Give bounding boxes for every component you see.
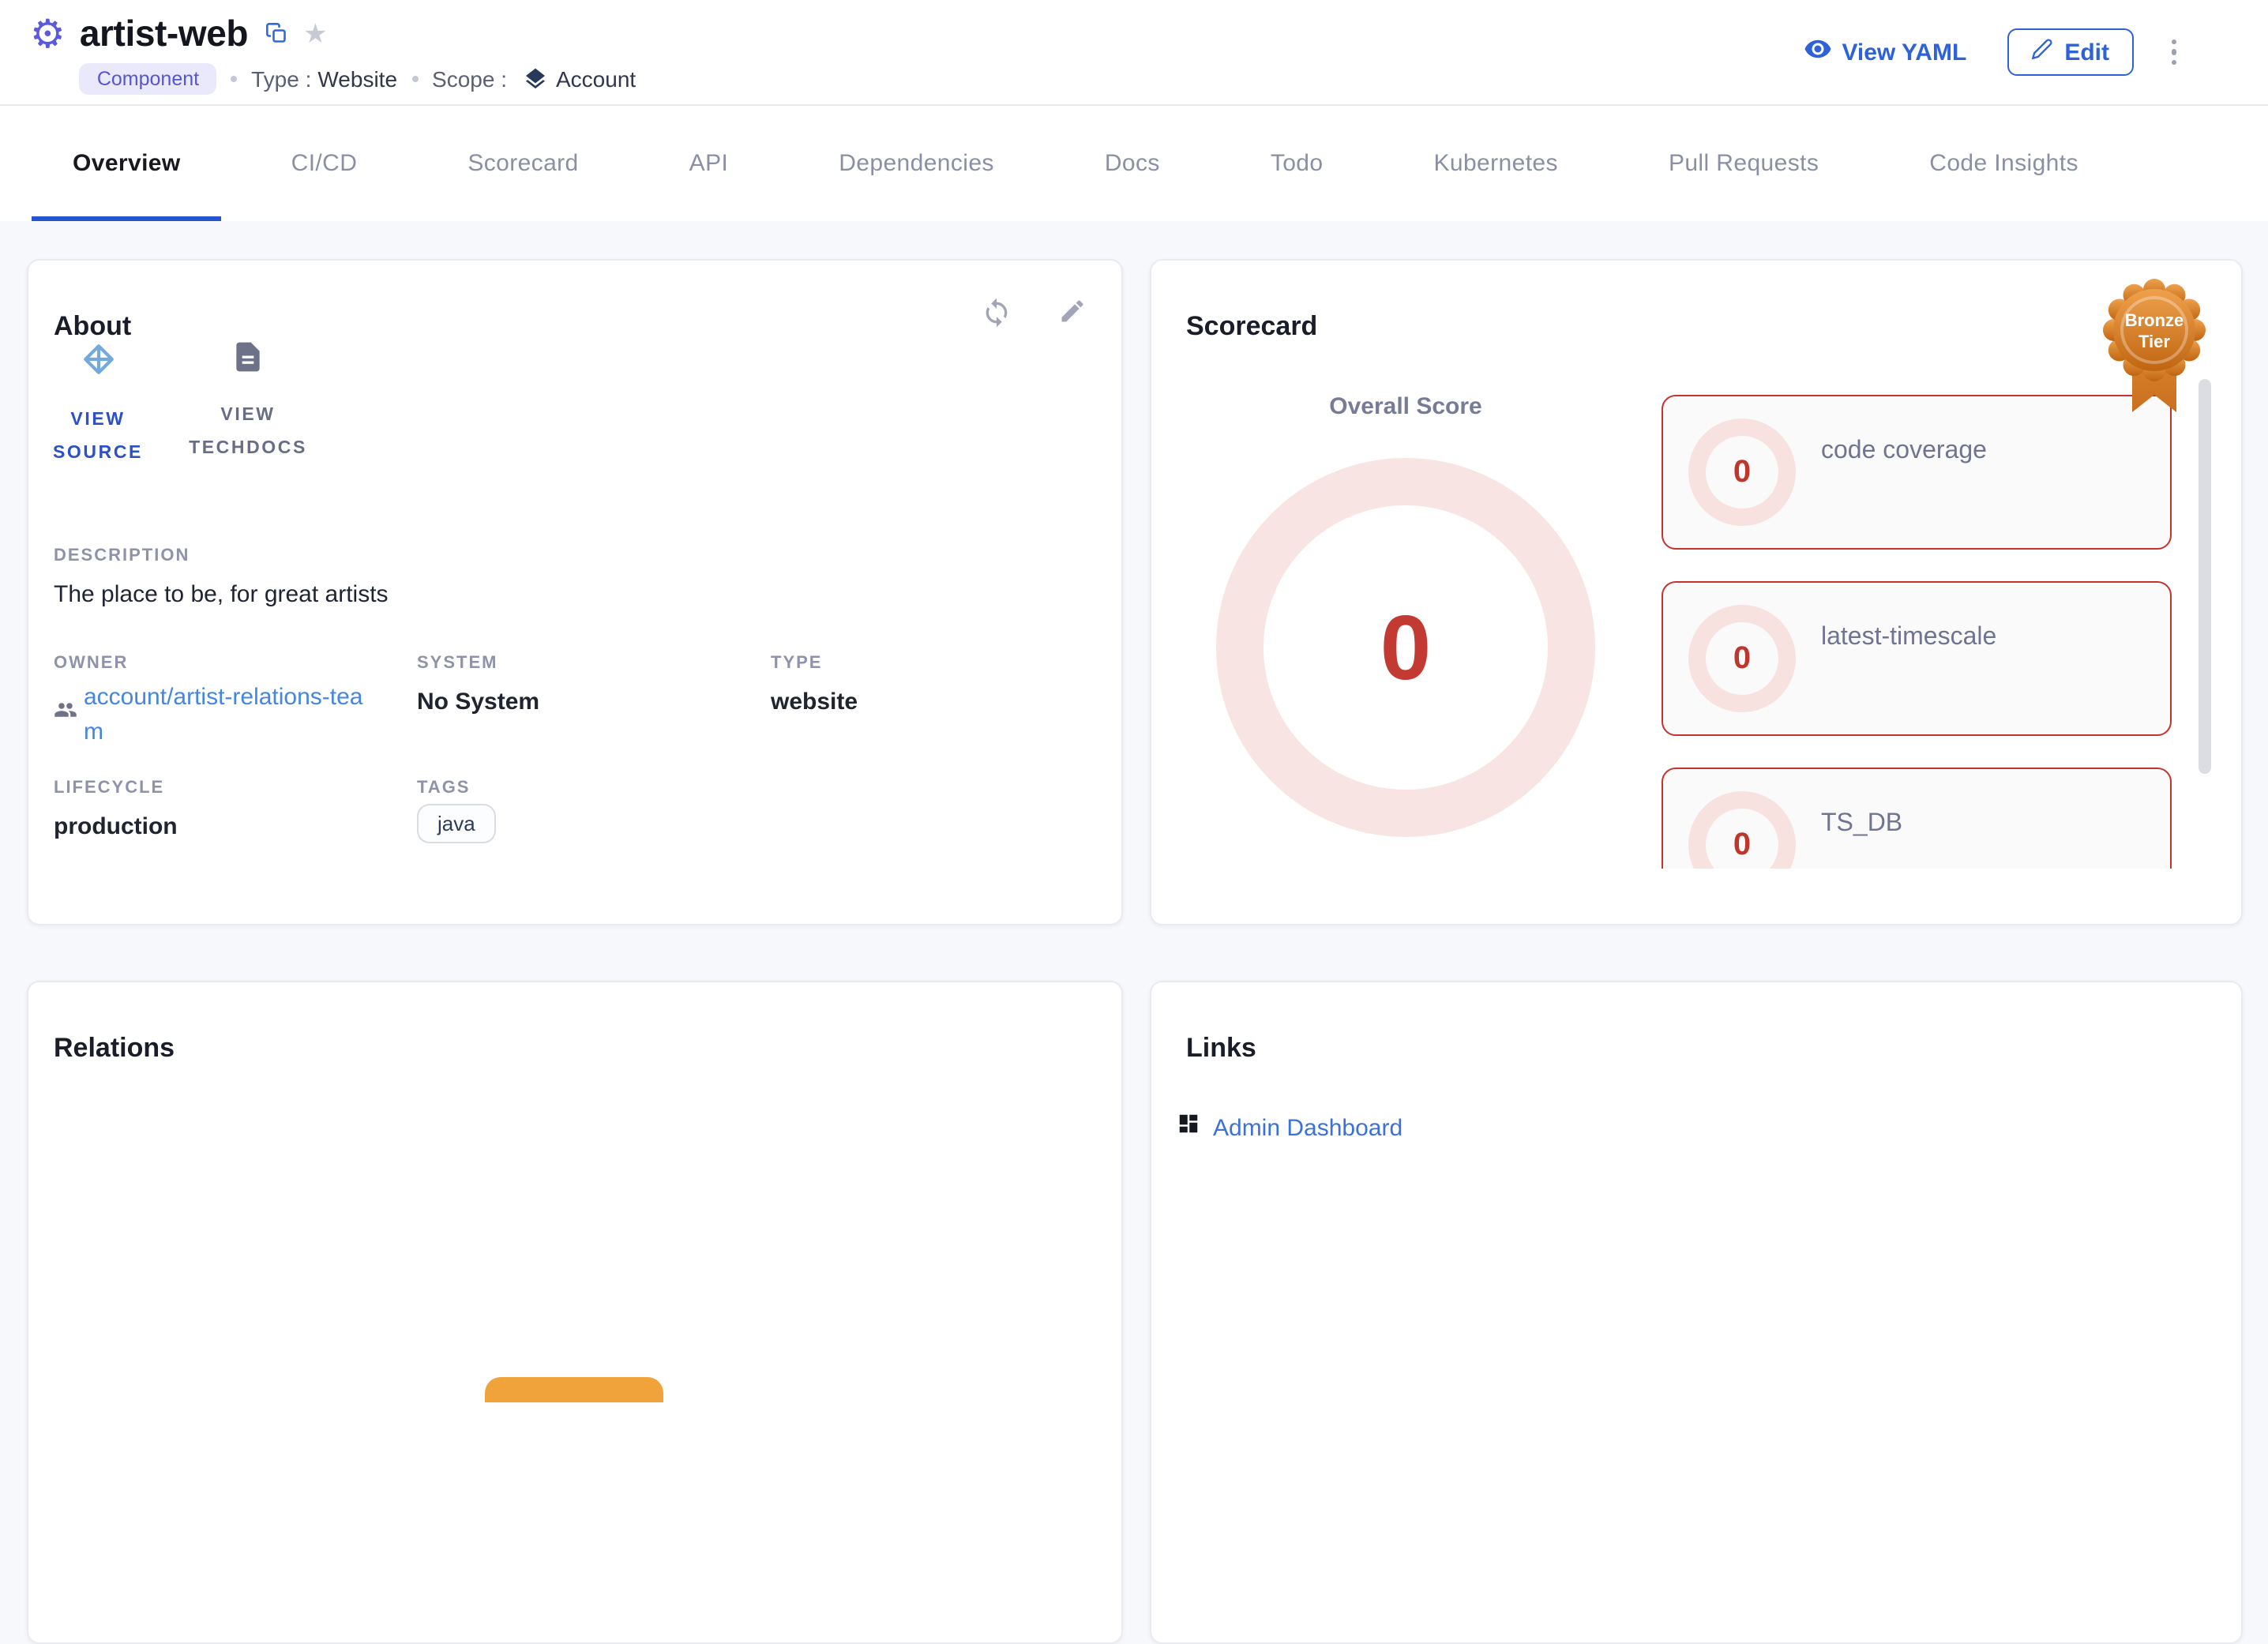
- system-value: No System: [417, 689, 539, 715]
- metric-name: code coverage: [1821, 437, 1987, 466]
- scorecard-card: Scorecard Overall Score 0 0 code coverag…: [1150, 259, 2243, 925]
- links-card: Links Admin Dashboard: [1150, 981, 2243, 1644]
- tags-label: TAGS: [417, 779, 471, 798]
- tab-dependencies[interactable]: Dependencies: [798, 106, 1035, 221]
- description-label: DESCRIPTION: [54, 546, 190, 565]
- pencil-icon: [2031, 38, 2053, 66]
- kebab-menu-icon[interactable]: [2165, 33, 2183, 72]
- edit-button[interactable]: Edit: [2007, 28, 2133, 76]
- type-label: Type :: [251, 66, 311, 92]
- overall-score-label: Overall Score: [1216, 393, 1595, 420]
- component-gear-icon: [30, 16, 66, 104]
- metric-score-ring: 0: [1688, 419, 1796, 526]
- dot-separator: [411, 76, 418, 82]
- tab-cicd[interactable]: CI/CD: [250, 106, 399, 221]
- scope-label: Scope :: [432, 66, 507, 92]
- admin-dashboard-link[interactable]: Admin Dashboard: [1213, 1114, 1402, 1141]
- metric-name: latest-timescale: [1821, 624, 1996, 652]
- entity-header-actions: View YAML Edit: [1804, 0, 2268, 104]
- kebab-dot: [2171, 39, 2176, 45]
- entity-tabs: Overview CI/CD Scorecard API Dependencie…: [0, 106, 2268, 221]
- dashboard-icon: [1177, 1112, 1200, 1143]
- people-icon: [54, 698, 77, 730]
- edit-button-label: Edit: [2064, 39, 2109, 66]
- system-label: SYSTEM: [417, 654, 498, 673]
- eye-icon: [1804, 35, 1832, 69]
- about-card: About VIEW SOURCE VIEW TECHDOCS: [27, 259, 1123, 925]
- entity-meta-row: Component Type : Website Scope : Account: [80, 62, 636, 96]
- metric-score-value: 0: [1733, 454, 1751, 490]
- tag-chip-java[interactable]: java: [417, 804, 496, 843]
- lifecycle-value: production: [54, 813, 178, 840]
- entity-header: artist-web Component Type : Website Scop…: [0, 0, 2268, 106]
- overall-score-value: 0: [1380, 595, 1432, 700]
- tab-api[interactable]: API: [648, 106, 770, 221]
- svg-text:Bronze: Bronze: [2125, 310, 2184, 330]
- metric-score-ring: 0: [1688, 605, 1796, 712]
- favorite-star-icon[interactable]: [303, 20, 328, 47]
- dot-separator: [231, 76, 237, 82]
- bronze-tier-badge: Bronze Tier: [2094, 273, 2214, 425]
- metric-score-value: 0: [1733, 640, 1751, 677]
- type-field-label: TYPE: [771, 654, 822, 673]
- page-title: artist-web: [80, 13, 248, 54]
- owner-value: account/artist-relations-team: [54, 681, 389, 750]
- about-card-actions: [981, 297, 1087, 328]
- tier-badge-line2: Tier: [2138, 332, 2170, 351]
- relation-graph-node[interactable]: [485, 1377, 663, 1402]
- tab-todo[interactable]: Todo: [1230, 106, 1365, 221]
- overall-score-gauge: 0: [1216, 458, 1595, 837]
- overview-content: About VIEW SOURCE VIEW TECHDOCS: [0, 221, 2268, 1388]
- tab-pull-requests[interactable]: Pull Requests: [1628, 106, 1860, 221]
- view-yaml-link[interactable]: View YAML: [1804, 35, 1966, 69]
- kind-chip: Component: [80, 63, 216, 95]
- lifecycle-label: LIFECYCLE: [54, 779, 164, 798]
- layers-icon: [523, 66, 548, 92]
- owner-label: OWNER: [54, 654, 128, 673]
- metric-score-value: 0: [1733, 827, 1751, 863]
- link-row-admin-dashboard[interactable]: Admin Dashboard: [1177, 1112, 1402, 1143]
- edit-about-pencil-icon[interactable]: [1058, 297, 1087, 328]
- tab-overview[interactable]: Overview: [32, 106, 222, 221]
- tab-docs[interactable]: Docs: [1064, 106, 1201, 221]
- view-yaml-label: View YAML: [1842, 39, 1966, 66]
- view-techdocs-label: VIEW TECHDOCS: [185, 400, 311, 466]
- type-field-value: website: [771, 689, 858, 715]
- tab-kubernetes[interactable]: Kubernetes: [1392, 106, 1598, 221]
- metric-card-ts-db[interactable]: 0 TS_DB: [1662, 768, 2172, 869]
- scorecard-scrollbar[interactable]: [2199, 379, 2211, 774]
- view-source-button[interactable]: VIEW SOURCE: [43, 340, 153, 471]
- copy-icon[interactable]: [265, 22, 287, 44]
- metric-score-ring: 0: [1688, 791, 1796, 869]
- title-block: artist-web Component Type : Website Scop…: [80, 13, 636, 104]
- title-row: artist-web: [80, 13, 636, 54]
- entity-header-left: artist-web Component Type : Website Scop…: [0, 0, 636, 104]
- about-card-title: About: [54, 311, 131, 343]
- description-value: The place to be, for great artists: [54, 581, 389, 608]
- owner-team-link[interactable]: account/artist-relations-team: [84, 681, 381, 750]
- type-value: Website: [317, 66, 397, 92]
- links-card-title: Links: [1186, 1033, 1256, 1064]
- refresh-icon[interactable]: [981, 297, 1012, 328]
- svg-text:Tier: Tier: [2138, 332, 2170, 351]
- relations-card-title: Relations: [54, 1033, 175, 1064]
- view-source-label: VIEW SOURCE: [51, 404, 145, 471]
- scope-value: Account: [556, 66, 636, 92]
- tab-code-insights[interactable]: Code Insights: [1888, 106, 2120, 221]
- tab-scorecard[interactable]: Scorecard: [426, 106, 619, 221]
- view-techdocs-button[interactable]: VIEW TECHDOCS: [182, 340, 314, 466]
- page: artist-web Component Type : Website Scop…: [0, 0, 2268, 1388]
- kebab-dot: [2171, 60, 2176, 66]
- metric-card-latest-timescale[interactable]: 0 latest-timescale: [1662, 581, 2172, 736]
- tier-badge-line1: Bronze: [2125, 310, 2184, 330]
- techdocs-document-icon: [231, 340, 265, 382]
- scorecard-card-title: Scorecard: [1186, 311, 1317, 343]
- metric-name: TS_DB: [1821, 810, 1902, 839]
- source-code-icon: [78, 340, 118, 387]
- scorecard-metric-list: 0 code coverage 0 latest-timescale 0 TS_…: [1662, 395, 2172, 869]
- relations-card: Relations: [27, 981, 1123, 1644]
- kebab-dot: [2171, 50, 2176, 55]
